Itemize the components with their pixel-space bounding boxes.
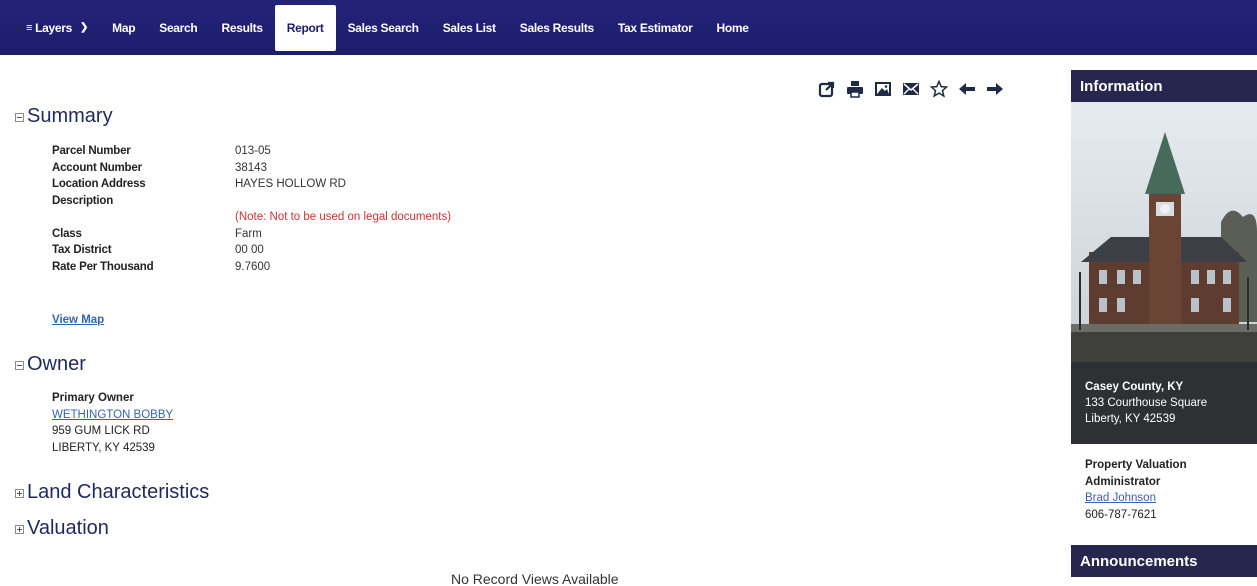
share-icon[interactable]	[814, 78, 840, 100]
courthouse-photo	[1071, 102, 1257, 362]
location-address-value: HAYES HOLLOW RD	[235, 178, 346, 190]
expand-icon	[15, 525, 24, 534]
summary-row-rate: Rate Per Thousand 9.7600	[52, 259, 451, 276]
summary-row-description: Description	[52, 193, 451, 210]
summary-row-parcel: Parcel Number 013-05	[52, 143, 451, 160]
section-summary-title: Summary	[27, 105, 113, 127]
nav-layers-label: Layers	[35, 20, 73, 35]
section-valuation-header[interactable]: Valuation	[15, 517, 109, 540]
nav-tax-estimator[interactable]: Tax Estimator	[606, 5, 705, 51]
class-value: Farm	[235, 227, 262, 240]
image-icon[interactable]	[870, 78, 896, 100]
print-icon[interactable]	[842, 78, 868, 100]
parcel-number-value: 013-05	[235, 145, 271, 157]
information-header: Information	[1071, 70, 1257, 102]
county-street: 133 Courthouse Square	[1085, 397, 1208, 409]
section-land-title: Land Characteristics	[27, 481, 210, 503]
pva-contact: Property Valuation Administrator Brad Jo…	[1085, 457, 1187, 523]
info-sidebar: Information Casey County, KY 133 Courtho…	[1071, 70, 1257, 586]
tax-district-label: Tax District	[52, 244, 112, 256]
section-land-header[interactable]: Land Characteristics	[15, 481, 209, 504]
nav-report[interactable]: Report	[274, 4, 336, 51]
owner-block: Primary Owner WETHINGTON BOBBY 959 GUM L…	[52, 390, 173, 456]
note-spacer	[52, 209, 235, 226]
nav-layers-dropdown[interactable]: ≡ Layers ❯	[14, 5, 100, 51]
expand-icon	[15, 489, 24, 498]
section-summary-header[interactable]: Summary	[15, 105, 113, 128]
nav-sales-results[interactable]: Sales Results	[508, 5, 606, 51]
owner-street: 959 GUM LICK RD	[52, 425, 150, 437]
pva-name-link[interactable]: Brad Johnson	[1085, 490, 1187, 507]
county-address: Casey County, KY 133 Courthouse Square L…	[1071, 362, 1257, 444]
tax-district-value: 00 00	[235, 244, 264, 256]
class-label: Class	[52, 227, 82, 240]
legal-note: (Note: Not to be used on legal documents…	[235, 211, 452, 223]
parcel-number-label: Parcel Number	[52, 145, 131, 157]
summary-row-class: Class Farm	[52, 226, 451, 243]
chevron-down-icon: ❯	[80, 22, 89, 33]
section-owner-title: Owner	[27, 353, 86, 375]
section-valuation-title: Valuation	[27, 517, 109, 539]
collapse-icon	[15, 113, 24, 122]
owner-name-link[interactable]: WETHINGTON BOBBY	[52, 407, 173, 424]
primary-owner-label: Primary Owner	[52, 392, 134, 404]
email-icon[interactable]	[898, 78, 924, 100]
layers-icon: ≡	[26, 21, 33, 34]
location-address-label: Location Address	[52, 178, 146, 190]
pva-title-line1: Property Valuation	[1085, 459, 1187, 471]
arrow-left-icon[interactable]	[954, 78, 980, 100]
nav-map[interactable]: Map	[100, 5, 147, 51]
nav-sales-list[interactable]: Sales List	[431, 5, 508, 51]
section-owner-header[interactable]: Owner	[15, 353, 86, 376]
arrow-right-icon[interactable]	[982, 78, 1008, 100]
star-icon[interactable]	[926, 78, 952, 100]
description-label: Description	[52, 194, 114, 207]
nav-home[interactable]: Home	[704, 5, 760, 51]
nav-results[interactable]: Results	[209, 5, 274, 51]
owner-city: LIBERTY, KY 42539	[52, 441, 155, 454]
summary-row-account: Account Number 38143	[52, 160, 451, 177]
report-toolbar	[814, 78, 1010, 100]
account-number-value: 38143	[235, 161, 267, 174]
top-nav: ≡ Layers ❯ Map Search Results Report Sal…	[0, 0, 1257, 55]
account-number-label: Account Number	[52, 161, 142, 174]
summary-table: Parcel Number 013-05 Account Number 3814…	[52, 143, 451, 275]
pva-phone: 606-787-7621	[1085, 508, 1157, 521]
summary-row-district: Tax District 00 00	[52, 242, 451, 259]
county-city: Liberty, KY 42539	[1085, 413, 1176, 425]
rate-value: 9.7600	[235, 260, 271, 273]
announcements-header: Announcements	[1071, 545, 1257, 577]
summary-row-location: Location Address HAYES HOLLOW RD	[52, 176, 451, 193]
view-map-link[interactable]: View Map	[52, 314, 104, 326]
rate-label: Rate Per Thousand	[52, 260, 154, 273]
no-records-message: No Record Views Available	[451, 571, 619, 586]
pva-title-line2: Administrator	[1085, 475, 1161, 488]
nav-sales-search[interactable]: Sales Search	[336, 5, 431, 51]
nav-search[interactable]: Search	[147, 5, 209, 51]
collapse-icon	[15, 361, 24, 370]
county-name: Casey County, KY	[1085, 381, 1184, 393]
summary-row-note: (Note: Not to be used on legal documents…	[52, 209, 451, 226]
